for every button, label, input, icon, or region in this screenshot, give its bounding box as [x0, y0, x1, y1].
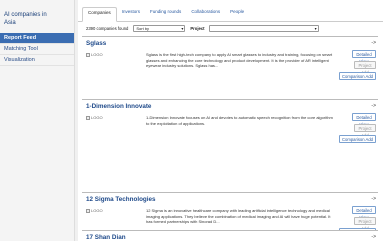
broken-image-icon — [86, 52, 90, 57]
expand-arrow-icon[interactable]: -> — [371, 102, 376, 111]
company-name[interactable]: 12 Sigma Technologies — [86, 196, 156, 203]
results-count: 2390 companies found — [86, 25, 129, 31]
tab-bar: Companies Investors Funding rounds Colla… — [78, 0, 383, 22]
sidebar-item-report-feed[interactable]: Report Feed — [0, 33, 74, 44]
comparison-add-button[interactable]: Comparison Add — [339, 72, 376, 80]
tab-collaborations[interactable]: Collaborations — [186, 6, 225, 21]
expand-arrow-icon[interactable]: -> — [371, 39, 376, 48]
detailed-view-button[interactable]: Detailed View — [352, 113, 376, 127]
project-add-button[interactable]: Project Add — [354, 217, 376, 231]
company-card: 1-Dimension Innovate -> LOGO 1-Dimension… — [82, 99, 378, 179]
company-logo: LOGO — [86, 115, 103, 120]
company-logo: LOGO — [86, 208, 103, 213]
sidebar-title: AI companies in Asia — [0, 0, 74, 33]
chevron-down-icon: ▾ — [181, 25, 184, 31]
broken-image-icon — [86, 208, 90, 213]
company-description: 1-Dimension Innovate focuses on AI and d… — [146, 115, 333, 126]
sidebar-item-matching-tool[interactable]: Matching Tool — [0, 44, 74, 55]
company-name[interactable]: 17 Shan Dian — [86, 234, 126, 241]
tab-companies[interactable]: Companies — [82, 7, 117, 22]
expand-arrow-icon[interactable]: -> — [371, 233, 376, 241]
detailed-view-button[interactable]: Detailed View — [352, 206, 376, 220]
comparison-add-button[interactable]: Comparison Add — [339, 135, 376, 143]
tab-people[interactable]: People — [225, 6, 249, 21]
company-description: 12 Sigma is an innovative healthcare com… — [146, 208, 331, 224]
project-add-button[interactable]: Project Add — [354, 61, 376, 75]
expand-arrow-icon[interactable]: -> — [371, 195, 376, 204]
project-select[interactable]: ▾ — [208, 24, 319, 32]
tab-funding-rounds[interactable]: Funding rounds — [145, 6, 186, 21]
sort-select-value: Sort by — [136, 25, 150, 31]
company-card: Sglass -> LOGO Sglass is the first high-… — [82, 36, 378, 98]
tab-investors[interactable]: Investors — [117, 6, 145, 21]
broken-image-icon — [86, 115, 90, 120]
sidebar-title-line2: Asia — [4, 20, 16, 26]
company-name[interactable]: Sglass — [86, 40, 106, 47]
company-name[interactable]: 1-Dimension Innovate — [86, 103, 151, 110]
sidebar-title-line1: AI companies in — [4, 12, 47, 18]
project-label: Project — [190, 25, 205, 31]
sort-select[interactable]: Sort by ▾ — [133, 24, 186, 32]
main-panel: Companies Investors Funding rounds Colla… — [78, 0, 383, 241]
company-logo: LOGO — [86, 52, 103, 57]
filter-bar: 2390 companies found Sort by ▾ Project ▾ — [78, 22, 383, 34]
project-add-button[interactable]: Project Add — [354, 124, 376, 138]
company-card: 17 Shan Dian -> — [82, 230, 378, 241]
chevron-down-icon: ▾ — [314, 25, 317, 31]
company-description: Sglass is the first high-tech company to… — [146, 52, 333, 68]
sidebar: AI companies in Asia Report Feed Matchin… — [0, 0, 75, 241]
company-card: 12 Sigma Technologies -> LOGO 12 Sigma i… — [82, 192, 378, 236]
sidebar-item-visualization[interactable]: Visualization — [0, 55, 74, 66]
detailed-view-button[interactable]: Detailed View — [352, 50, 376, 64]
